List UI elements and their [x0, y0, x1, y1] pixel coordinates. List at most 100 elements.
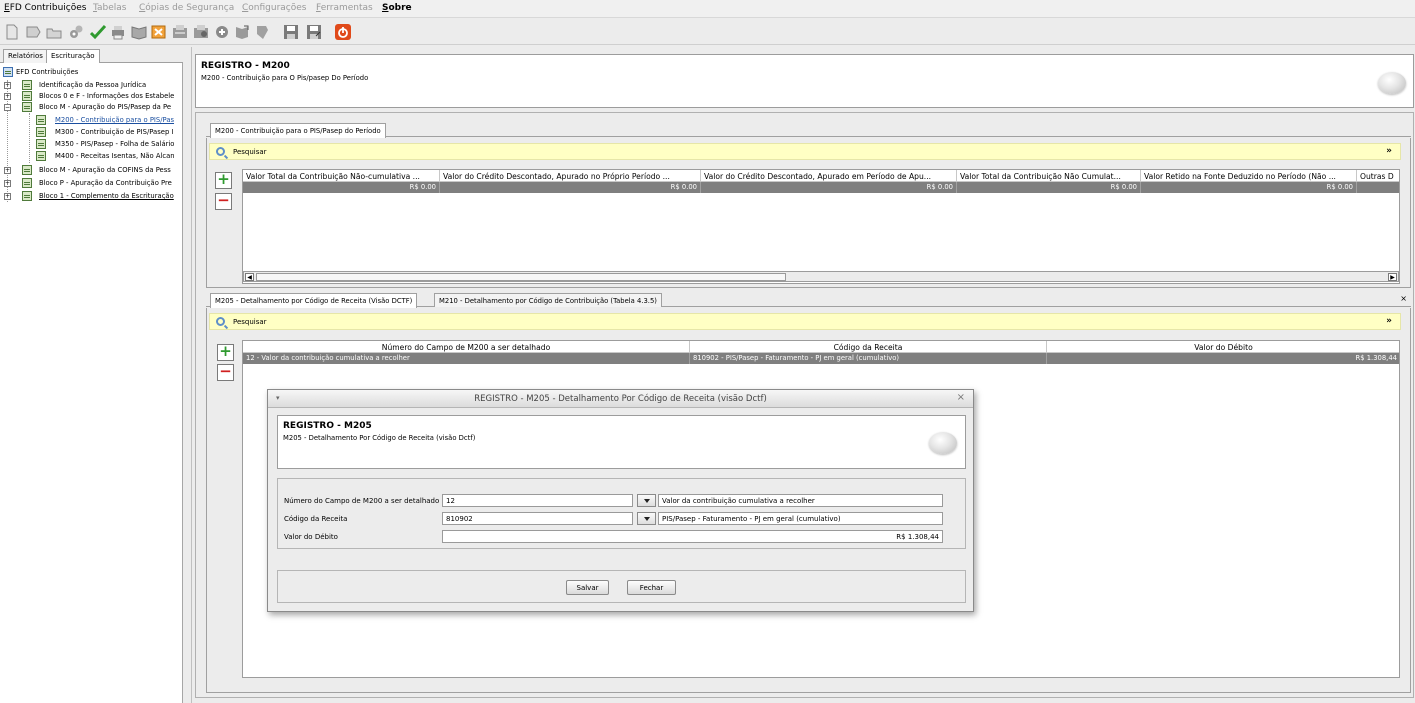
column-header[interactable]: Valor do Débito — [1047, 341, 1399, 353]
campo-dropdown-button[interactable] — [637, 494, 656, 507]
close-file-icon[interactable] — [151, 24, 167, 40]
exit-icon[interactable] — [335, 24, 351, 40]
tree-item-bloco-m-pis[interactable]: − Bloco M - Apuração do PIS/Pasep da Pe — [0, 102, 183, 113]
chevron-down-icon[interactable]: » — [1386, 316, 1392, 326]
search-label: Pesquisar — [233, 148, 267, 156]
tree-root[interactable]: EFD Contribuições — [0, 67, 183, 78]
expand-icon[interactable]: + — [4, 93, 11, 100]
scroll-right-icon[interactable]: ▶ — [1388, 273, 1397, 281]
transmit-icon[interactable] — [193, 24, 209, 40]
table-cell: R$ 1.308,44 — [1047, 353, 1399, 364]
collapse-icon[interactable]: − — [4, 104, 11, 111]
tree-item-label: Bloco 1 - Complemento da Escrituração — [39, 192, 174, 200]
dialog-form: Número do Campo de M200 a ser detalhado … — [277, 478, 966, 549]
column-header[interactable]: Outras D — [1357, 170, 1399, 182]
page-subtitle: M200 - Contribuição para O Pis/pasep Do … — [201, 74, 369, 82]
sign-icon[interactable] — [172, 24, 188, 40]
navigation-tabs: Relatórios Escrituração — [0, 47, 183, 63]
m205-dialog: ▾ REGISTRO - M205 - Detalhamento Por Cód… — [267, 389, 974, 612]
campo-input[interactable]: 12 — [442, 494, 633, 507]
codigo-dropdown-button[interactable] — [637, 512, 656, 525]
expand-icon[interactable]: + — [4, 82, 11, 89]
table-cell: R$ 0.00 — [701, 182, 957, 193]
expand-icon[interactable]: + — [4, 193, 11, 200]
panel-splitter[interactable] — [184, 47, 192, 703]
close-icon[interactable]: × — [957, 392, 965, 403]
codigo-description: PIS/Pasep - Faturamento - PJ em geral (c… — [658, 512, 943, 525]
validate-icon[interactable] — [90, 24, 106, 40]
menu-ferramentas[interactable]: Ferramentas — [316, 3, 373, 13]
table-cell: 12 - Valor da contribuição cumulativa a … — [243, 353, 690, 364]
scroll-left-icon[interactable]: ◀ — [245, 273, 254, 281]
column-header[interactable]: Número do Campo de M200 a ser detalhado — [243, 341, 690, 353]
menu-efd-contribuicoes[interactable]: EFD Contribuições — [4, 3, 86, 13]
table-cell: R$ 0.00 — [1141, 182, 1357, 193]
tree-item-m200[interactable]: M200 - Contribuição para o PIS/Pas — [0, 115, 183, 126]
package-icon[interactable] — [254, 24, 270, 40]
column-header[interactable]: Código da Receita — [690, 341, 1047, 353]
tree-item-m300[interactable]: M300 - Contribuição de PIS/Pasep I — [0, 127, 183, 138]
receipt-icon[interactable] — [214, 24, 230, 40]
add-m205-button[interactable]: + — [217, 344, 234, 361]
clipboard-icon[interactable] — [234, 24, 250, 40]
save-icon[interactable] — [283, 24, 299, 40]
close-button[interactable]: Fechar — [627, 580, 676, 595]
navigation-tree: EFD Contribuições + Identificação da Pes… — [0, 66, 183, 206]
tree-item-m350[interactable]: M350 - PIS/Pasep - Folha de Salário — [0, 139, 183, 150]
import-icon[interactable] — [46, 24, 62, 40]
remove-m200-button[interactable]: − — [215, 193, 232, 210]
menu-copias-de-seguranca[interactable]: Cópias de Segurança — [139, 3, 234, 13]
tab-relatorios[interactable]: Relatórios — [3, 49, 48, 63]
remove-m205-button[interactable]: − — [217, 364, 234, 381]
codigo-label: Código da Receita — [284, 515, 348, 523]
add-m200-button[interactable]: + — [215, 172, 232, 189]
tree-item-label: Blocos 0 e F - Informações dos Estabele — [39, 92, 175, 100]
column-header[interactable]: Valor Total da Contribuição Não Cumulat.… — [957, 170, 1141, 182]
save-as-icon[interactable] — [306, 24, 322, 40]
book-icon[interactable] — [131, 24, 147, 40]
column-header[interactable]: Valor do Crédito Descontado, Apurado em … — [701, 170, 957, 182]
menu-tabelas[interactable]: Tabelas — [93, 3, 127, 13]
tree-item-bloco-1[interactable]: + Bloco 1 - Complemento da Escrituração — [0, 191, 183, 202]
print-icon[interactable] — [110, 24, 126, 40]
scrollbar-thumb[interactable] — [256, 273, 786, 281]
tree-item-label: Bloco M - Apuração do PIS/Pasep da Pe — [39, 103, 172, 111]
register-icon — [36, 151, 46, 161]
dialog-title: REGISTRO - M205 - Detalhamento Por Códig… — [474, 394, 767, 404]
chevron-down-icon[interactable]: » — [1386, 146, 1392, 156]
register-header: REGISTRO - M200 M200 - Contribuição para… — [195, 54, 1414, 108]
register-icon — [22, 102, 32, 112]
expand-icon[interactable]: + — [4, 167, 11, 174]
settings-icon[interactable] — [68, 24, 84, 40]
column-header[interactable]: Valor do Crédito Descontado, Apurado no … — [440, 170, 701, 182]
tab-escrituracao[interactable]: Escrituração — [46, 49, 100, 63]
new-icon[interactable] — [4, 24, 20, 40]
tree-item-label: M350 - PIS/Pasep - Folha de Salário — [55, 140, 175, 148]
tab-m205[interactable]: M205 - Detalhamento por Código de Receit… — [210, 293, 418, 308]
tree-item-blocos-0-f[interactable]: + Blocos 0 e F - Informações dos Estabel… — [0, 91, 183, 102]
upper-search-bar[interactable]: Pesquisar » — [209, 143, 1401, 160]
menu-configuracoes[interactable]: Configurações — [242, 3, 307, 13]
column-header[interactable]: Valor Total da Contribuição Não-cumulati… — [243, 170, 440, 182]
tree-item-m400[interactable]: M400 - Receitas Isentas, Não Alcan — [0, 151, 183, 162]
tree-item-bloco-p[interactable]: + Bloco P - Apuração da Contribuição Pre — [0, 178, 183, 189]
tab-m210[interactable]: M210 - Detalhamento por Código de Contri… — [434, 293, 662, 307]
tab-m200[interactable]: M200 - Contribuição para o PIS/Pasep do … — [210, 123, 386, 138]
sped-logo-icon — [1378, 72, 1406, 94]
open-icon[interactable] — [25, 24, 41, 40]
tree-item-bloco-m-cofins[interactable]: + Bloco M - Apuração da COFINS da Pess — [0, 165, 183, 176]
codigo-input[interactable]: 810902 — [442, 512, 633, 525]
tree-item-identificacao[interactable]: + Identificação da Pessoa Jurídica — [0, 80, 183, 91]
expand-icon[interactable]: + — [4, 180, 11, 187]
save-button[interactable]: Salvar — [566, 580, 609, 595]
valor-input[interactable]: R$ 1.308,44 — [442, 530, 943, 543]
menu-sobre[interactable]: Sobre — [382, 3, 412, 13]
close-icon[interactable]: × — [1400, 294, 1407, 303]
column-header[interactable]: Valor Retido na Fonte Deduzido no Períod… — [1141, 170, 1357, 182]
tree-item-label: M200 - Contribuição para o PIS/Pas — [55, 116, 175, 124]
dialog-titlebar[interactable]: ▾ REGISTRO - M205 - Detalhamento Por Cód… — [268, 390, 973, 408]
lower-search-bar[interactable]: Pesquisar » — [209, 313, 1401, 330]
upper-tabstrip: M200 - Contribuição para o PIS/Pasep do … — [206, 123, 1411, 138]
horizontal-scrollbar[interactable]: ◀ ▶ — [243, 271, 1399, 282]
tree-root-label: EFD Contribuições — [16, 68, 79, 76]
